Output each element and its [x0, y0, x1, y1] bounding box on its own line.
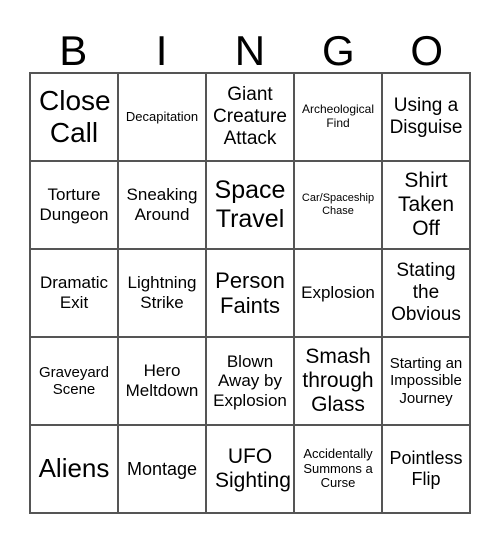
bingo-cell[interactable]: Using a Disguise	[382, 73, 470, 161]
bingo-cell[interactable]: Close Call	[30, 73, 118, 161]
bingo-cell[interactable]: Explosion	[294, 249, 382, 337]
header-letter: B	[59, 27, 88, 74]
cell-text: Explosion	[301, 283, 375, 303]
bingo-cell[interactable]: Decapitation	[118, 73, 206, 161]
cell-text: Using a Disguise	[389, 95, 463, 138]
bingo-cell[interactable]: Dramatic Exit	[30, 249, 118, 337]
bingo-cell[interactable]: Sneaking Around	[118, 161, 206, 249]
cell-text: Torture Dungeon	[39, 185, 109, 224]
bingo-cell[interactable]: Lightning Strike	[118, 249, 206, 337]
bingo-cell[interactable]: Archeological Find	[294, 73, 382, 161]
bingo-cell[interactable]: Pointless Flip	[382, 425, 470, 513]
cell-text: Stating the Obvious	[391, 260, 461, 325]
bingo-cell[interactable]: Hero Meltdown	[118, 337, 206, 425]
bingo-cell[interactable]: Car/Spaceship Chase	[294, 161, 382, 249]
header-letter: N	[234, 27, 266, 74]
bingo-cell[interactable]: Space Travel	[206, 161, 294, 249]
bingo-cell[interactable]: Aliens	[30, 425, 118, 513]
cell-text: Graveyard Scene	[38, 363, 110, 398]
cell-text: Blown Away by Explosion	[213, 351, 287, 410]
bingo-header: B I N G O	[29, 28, 471, 74]
cell-text: Dramatic Exit	[39, 273, 108, 312]
bingo-grid: Close Call Decapitation Giant Creature Att…	[29, 72, 471, 514]
cell-text: Montage	[126, 458, 198, 479]
bingo-cell[interactable]: Giant Creature Attack	[206, 73, 294, 161]
cell-text: Close Call	[39, 84, 111, 148]
cell-text: UFO Sighting	[215, 444, 291, 492]
cell-text: Person Faints	[215, 267, 285, 318]
bingo-cell[interactable]: Person Faints	[206, 249, 294, 337]
cell-text: Sneaking Around	[126, 185, 198, 224]
header-letter: I	[155, 27, 168, 74]
header-letter: G	[322, 27, 355, 74]
bingo-cell[interactable]: UFO Sighting	[206, 425, 294, 513]
cell-text: Archeological Find	[301, 102, 375, 130]
bingo-cell[interactable]: Graveyard Scene	[30, 337, 118, 425]
bingo-cell[interactable]: Starting an Impossible Journey	[382, 337, 470, 425]
header-letter: O	[410, 27, 444, 74]
cell-text: Space Travel	[214, 176, 286, 233]
bingo-cell[interactable]: Blown Away by Explosion	[206, 337, 294, 425]
cell-text: Decapitation	[125, 108, 199, 124]
cell-text: Hero Meltdown	[125, 361, 199, 400]
bingo-cell[interactable]: Montage	[118, 425, 206, 513]
cell-text: Aliens	[38, 453, 110, 484]
bingo-cell[interactable]: Smash through Glass	[294, 337, 382, 425]
bingo-cell[interactable]: Shirt Taken Off	[382, 161, 470, 249]
bingo-cell[interactable]: Stating the Obvious	[382, 249, 470, 337]
cell-text: Pointless Flip	[389, 448, 463, 489]
cell-text: Shirt Taken Off	[397, 168, 455, 241]
cell-text: Accidentally Summons a Curse	[303, 445, 373, 491]
bingo-cell[interactable]: Torture Dungeon	[30, 161, 118, 249]
cell-text: Giant Creature Attack	[213, 84, 287, 149]
cell-text: Starting an Impossible Journey	[389, 355, 463, 407]
cell-text: Lightning Strike	[127, 273, 197, 312]
cell-text: Car/Spaceship Chase	[301, 192, 375, 217]
bingo-cell[interactable]: Accidentally Summons a Curse	[294, 425, 382, 513]
cell-text: Smash through Glass	[302, 344, 374, 417]
